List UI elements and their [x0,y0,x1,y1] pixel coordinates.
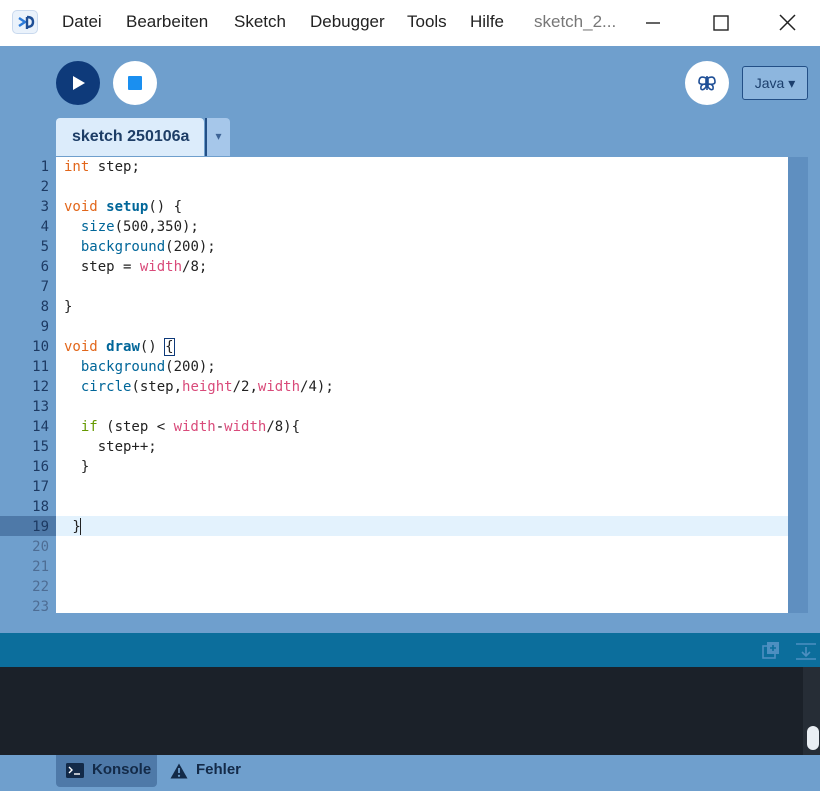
tab-sketch[interactable]: sketch 250106a [56,118,204,156]
tab-menu-button[interactable]: ▾ [205,118,230,156]
line-number: 21 [32,559,49,575]
line-number: 2 [40,179,49,195]
minimize-icon [646,22,660,24]
line-number: 15 [32,439,49,455]
play-icon [73,76,85,90]
editor-scrollbar[interactable] [788,157,808,613]
debugger-button[interactable] [685,61,729,105]
line-number: 17 [32,479,49,495]
line-number: 19 [32,519,49,535]
code-line: } [64,299,73,315]
terminal-icon [66,763,84,778]
console-header [0,633,820,667]
line-number: 13 [32,399,49,415]
warning-icon [170,763,188,779]
line-number: 23 [32,599,49,615]
add-console-icon[interactable] [761,641,781,661]
close-button[interactable] [768,8,808,38]
menu-debugger[interactable]: Debugger [310,0,385,46]
line-number: 14 [32,419,49,435]
code-line: background(200); [80,359,216,375]
maximize-icon [713,15,729,31]
code-line: } [64,459,90,475]
console-output [0,667,820,755]
tab-fehler[interactable]: Fehler [166,755,246,787]
tab-label: sketch 250106a [72,128,190,145]
close-icon [779,14,796,31]
collapse-console-icon[interactable] [795,641,816,661]
processing-logo-icon [12,10,38,34]
code-line: void draw() { [64,338,175,356]
run-button[interactable] [56,61,100,105]
menu-bearbeiten[interactable]: Bearbeiten [126,0,208,46]
butterfly-icon [698,76,716,91]
minimize-button[interactable] [634,8,674,38]
line-number: 9 [40,319,49,335]
code-line: void setup() { [64,199,183,215]
line-number: 5 [40,239,49,255]
tab-konsole[interactable]: Konsole [56,755,157,787]
line-number: 16 [32,459,49,475]
menu-hilfe[interactable]: Hilfe [470,0,504,46]
line-number: 22 [32,579,49,595]
stop-icon [128,76,142,90]
line-number: 11 [32,359,49,375]
line-number: 4 [40,219,49,235]
tab-fehler-label: Fehler [196,761,242,778]
status-bar: Konsole Fehler [0,755,820,791]
code-editor[interactable]: int step; void setup() { size(500,350); b… [56,157,788,613]
active-line-highlight [56,516,788,536]
line-number: 7 [40,279,49,295]
code-line: if (step < width-width/8){ [80,419,301,435]
menu-sketch[interactable]: Sketch [234,0,286,46]
code-line: circle(step,height/2,width/4); [80,379,334,395]
window-title: sketch_2... [534,12,617,31]
code-line: size(500,350); [80,219,199,235]
line-number: 3 [40,199,49,215]
stop-button[interactable] [113,61,157,105]
line-number: 1 [40,159,49,175]
menu-tools[interactable]: Tools [407,0,447,46]
line-number: 20 [32,539,49,555]
line-number: 10 [32,339,49,355]
line-number-gutter: 1 2 3 4 5 6 7 8 9 10 11 12 13 14 15 16 17 18 19 20 21 22 23 [0,157,56,615]
code-line: step = width/8; [64,259,208,275]
code-line: } [64,519,81,535]
line-number: 18 [32,499,49,515]
console-scroll-thumb[interactable] [807,726,819,750]
line-number: 6 [40,259,49,275]
mode-select[interactable]: Java ▾ [742,66,808,100]
code-line: background(200); [80,239,216,255]
tab-konsole-label: Konsole [92,761,152,778]
code-line: int step; [64,159,140,175]
line-number: 12 [32,379,49,395]
code-line: step++; [64,439,157,455]
menu-datei[interactable]: Datei [62,0,102,46]
maximize-button[interactable] [700,8,740,38]
title-bar: Datei Bearbeiten Sketch Debugger Tools H… [0,0,820,46]
line-number: 8 [40,299,49,315]
